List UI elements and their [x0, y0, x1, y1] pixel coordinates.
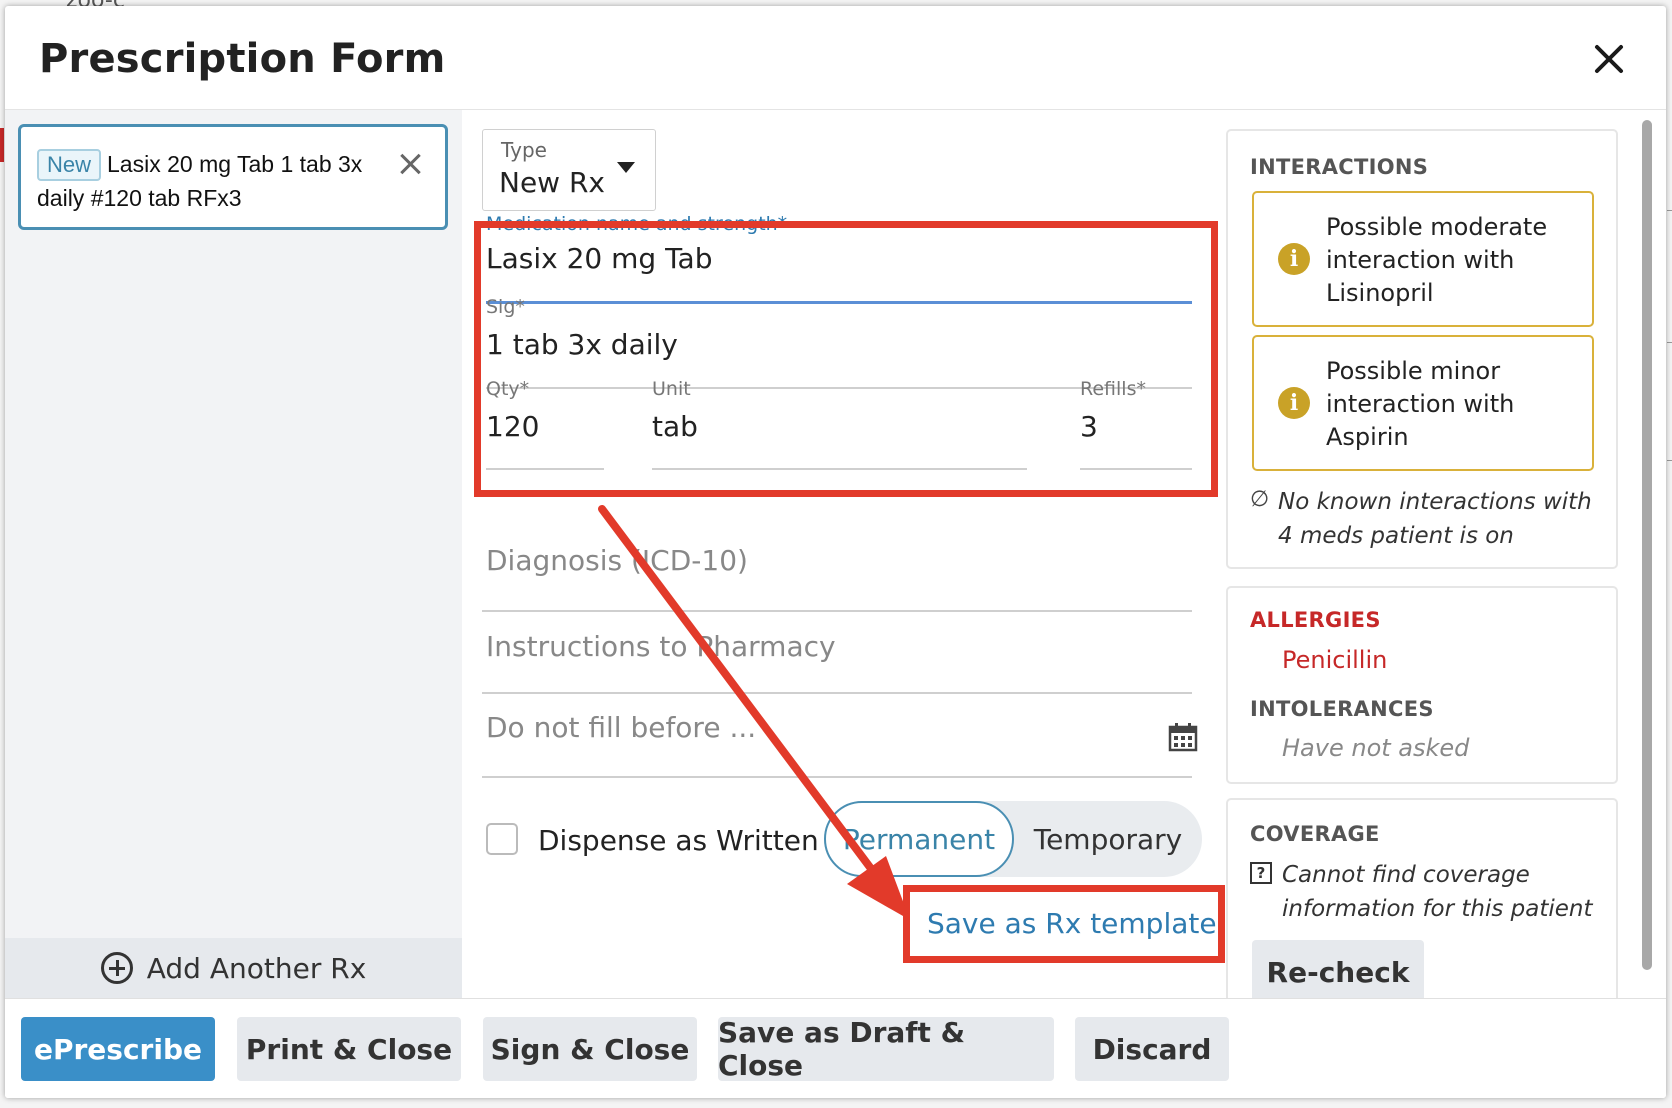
coverage-card: COVERAGE ? Cannot find coverage informat… [1226, 798, 1618, 1008]
coverage-note: Cannot find coverage information for thi… [1282, 862, 1593, 922]
toggle-temporary[interactable]: Temporary [1014, 801, 1202, 877]
info-icon: i [1278, 243, 1310, 275]
interactions-heading: INTERACTIONS [1250, 155, 1429, 179]
annotation-highlight-fields [474, 221, 1218, 497]
recheck-button[interactable]: Re-check [1252, 940, 1424, 1004]
background-divider [1667, 210, 1672, 211]
close-icon[interactable] [1592, 42, 1626, 76]
interaction-warning-text: Possible moderate interaction with Lisin… [1326, 213, 1548, 307]
new-badge: New [37, 149, 102, 181]
interactions-card: INTERACTIONS i Possible moderate interac… [1226, 129, 1618, 569]
calendar-icon[interactable] [1168, 722, 1198, 752]
permanent-temporary-toggle: Permanent Temporary [824, 801, 1202, 877]
background-divider [1667, 342, 1672, 343]
rx-list-panel: New Lasix 20 mg Tab 1 tab 3x daily #120 t… [5, 110, 462, 998]
dispense-as-written-checkbox[interactable] [486, 823, 518, 855]
do-not-fill-underline [482, 776, 1192, 778]
toggle-permanent[interactable]: Permanent [824, 801, 1014, 877]
instructions-input[interactable]: Instructions to Pharmacy [486, 630, 836, 663]
dialog-header: Prescription Form [5, 6, 1666, 110]
rx-list-item[interactable]: New Lasix 20 mg Tab 1 tab 3x daily #120 t… [18, 124, 448, 230]
question-box-icon: ? [1250, 862, 1272, 884]
interaction-warning: i Possible minor interaction with Aspiri… [1252, 335, 1594, 471]
background-red-marker [0, 128, 4, 162]
scrollbar-thumb[interactable] [1642, 120, 1652, 970]
intolerances-note: Have not asked [1282, 734, 1470, 762]
dialog-footer: ePrescribe Print & Close Sign & Close Sa… [5, 998, 1666, 1098]
interaction-warning-text: Possible minor interaction with Aspirin [1326, 357, 1515, 451]
coverage-heading: COVERAGE [1250, 822, 1380, 846]
type-value: New Rx [499, 166, 605, 199]
diagnosis-input[interactable]: Diagnosis (ICD-10) [486, 544, 748, 577]
allergy-item: Penicillin [1282, 646, 1388, 674]
diagnosis-underline [482, 610, 1192, 612]
save-draft-close-button[interactable]: Save as Draft & Close [718, 1016, 1054, 1082]
empty-set-icon: ∅ [1250, 487, 1270, 512]
add-another-rx-button[interactable]: Add Another Rx [5, 938, 462, 998]
prescription-dialog: Prescription Form New Lasix 20 mg Tab 1 t… [5, 6, 1666, 1098]
plus-circle-icon [100, 952, 133, 984]
type-label: Type [501, 138, 547, 162]
intolerances-heading: INTOLERANCES [1250, 697, 1434, 721]
sign-close-button[interactable]: Sign & Close [483, 1017, 697, 1081]
no-interactions-note: No known interactions with 4 meds patien… [1278, 489, 1592, 549]
add-rx-label: Add Another Rx [146, 951, 367, 985]
discard-button[interactable]: Discard [1075, 1017, 1229, 1081]
interaction-warning: i Possible moderate interaction with Lis… [1252, 191, 1594, 327]
scrollbar[interactable] [1638, 114, 1656, 984]
do-not-fill-input[interactable]: Do not fill before ... [486, 711, 756, 744]
dialog-title: Prescription Form [39, 36, 446, 82]
allergies-heading: ALLERGIES [1250, 608, 1381, 632]
info-icon: i [1278, 387, 1310, 419]
caret-down-icon [617, 162, 635, 173]
dispense-as-written-label: Dispense as Written [538, 824, 819, 857]
instructions-underline [482, 692, 1192, 694]
remove-rx-icon[interactable] [399, 153, 421, 175]
print-close-button[interactable]: Print & Close [237, 1017, 461, 1081]
type-select[interactable]: Type New Rx [482, 129, 656, 211]
annotation-highlight-template [903, 885, 1225, 963]
allergies-card: ALLERGIES Penicillin INTOLERANCES Have n… [1226, 586, 1618, 784]
eprescribe-button[interactable]: ePrescribe [21, 1017, 215, 1081]
background-divider [1667, 460, 1672, 461]
